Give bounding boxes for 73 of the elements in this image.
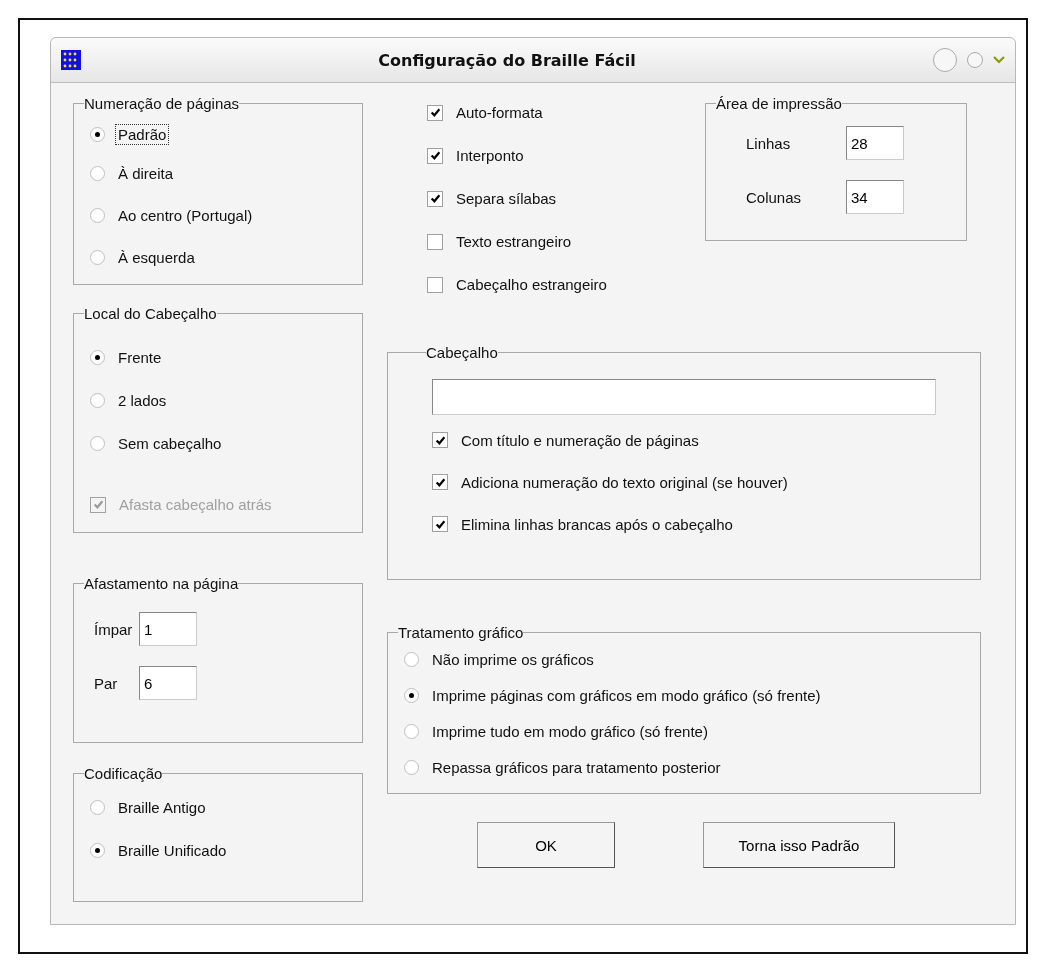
radio-button[interactable] [90,207,105,223]
ok-button[interactable]: OK [477,822,615,868]
option-label: À esquerda [117,247,196,268]
radio-button[interactable] [404,651,419,667]
number-field[interactable]: 1 [139,612,197,646]
option-label: Sem cabeçalho [117,434,223,454]
field-label: Colunas [745,188,803,206]
option-label: Padrão [115,123,170,145]
number-field[interactable]: 34 [846,180,904,214]
option-label: Afasta cabeçalho atrás [118,495,273,515]
window-title: Configuração do Braille Fácil [377,50,637,70]
option-label: Imprime páginas com gráficos em modo gráfico (só frente) [431,685,822,706]
radio-button[interactable] [404,723,419,739]
header-text-field[interactable] [432,379,936,415]
chevron-icon[interactable] [993,56,1005,64]
checkmark-icon [92,499,104,510]
group-title: Numeração de páginas [84,95,240,112]
checkbox[interactable] [432,516,448,532]
option-label: Não imprime os gráficos [431,649,595,670]
option-label: 2 lados [117,391,168,411]
checkmark-icon [434,518,446,530]
radio-button[interactable] [90,436,105,451]
checkbox[interactable] [427,276,443,293]
option-label: Texto estrangeiro [455,232,573,252]
group-title: Local do Cabeçalho [84,305,217,322]
checkmark-icon [434,476,446,488]
checkmark-icon [429,150,441,161]
checkmark-icon [434,434,446,446]
radio-button[interactable] [90,165,105,181]
option-label: Cabeçalho estrangeiro [455,275,608,295]
field-label: Par [93,674,119,692]
group-title: Área de impressão [716,95,842,112]
option-label: Auto-formata [455,103,544,123]
number-field[interactable]: 6 [139,666,197,700]
checkbox[interactable] [432,432,448,448]
window-button[interactable] [933,48,957,72]
radio-button[interactable] [90,350,105,365]
option-label: Imprime tudo em modo gráfico (só frente) [431,721,709,742]
window-button[interactable] [967,52,983,68]
field-label: Linhas [745,134,792,152]
option-label: Elimina linhas brancas após o cabeçalho [460,514,734,535]
radio-button[interactable] [90,800,105,815]
checkbox[interactable] [427,233,443,250]
option-label: Interponto [455,146,525,166]
option-label: Ao centro (Portugal) [117,205,254,226]
option-label: Repassa gráficos para tratamento posterior [431,757,722,778]
checkbox[interactable] [432,474,448,490]
checkmark-icon [429,193,441,204]
option-label: Com título e numeração de páginas [460,430,700,451]
radio-button[interactable] [404,687,419,703]
default-button[interactable]: Torna isso Padrão [703,822,895,868]
group-title: Tratamento gráfico [398,624,524,641]
checkbox[interactable] [427,104,443,121]
option-label: Adiciona numeração do texto original (se houver) [460,472,789,493]
radio-button[interactable] [90,393,105,408]
radio-button[interactable] [90,843,105,858]
checkbox[interactable] [427,147,443,164]
checkbox[interactable] [427,190,443,207]
field-label: Ímpar [93,620,134,638]
group-title: Cabeçalho [426,344,498,361]
app-icon [61,50,81,70]
option-label: Braille Unificado [117,841,228,861]
checkmark-icon [429,107,441,118]
radio-button[interactable] [404,759,419,775]
number-field[interactable]: 28 [846,126,904,160]
option-label: À direita [117,163,175,184]
group-title: Codificação [84,765,163,782]
group-title: Afastamento na página [84,575,239,592]
radio-button[interactable] [90,126,105,142]
option-label: Frente [117,348,163,368]
option-label: Separa sílabas [455,189,558,209]
option-label: Braille Antigo [117,798,207,818]
radio-button[interactable] [90,249,105,265]
